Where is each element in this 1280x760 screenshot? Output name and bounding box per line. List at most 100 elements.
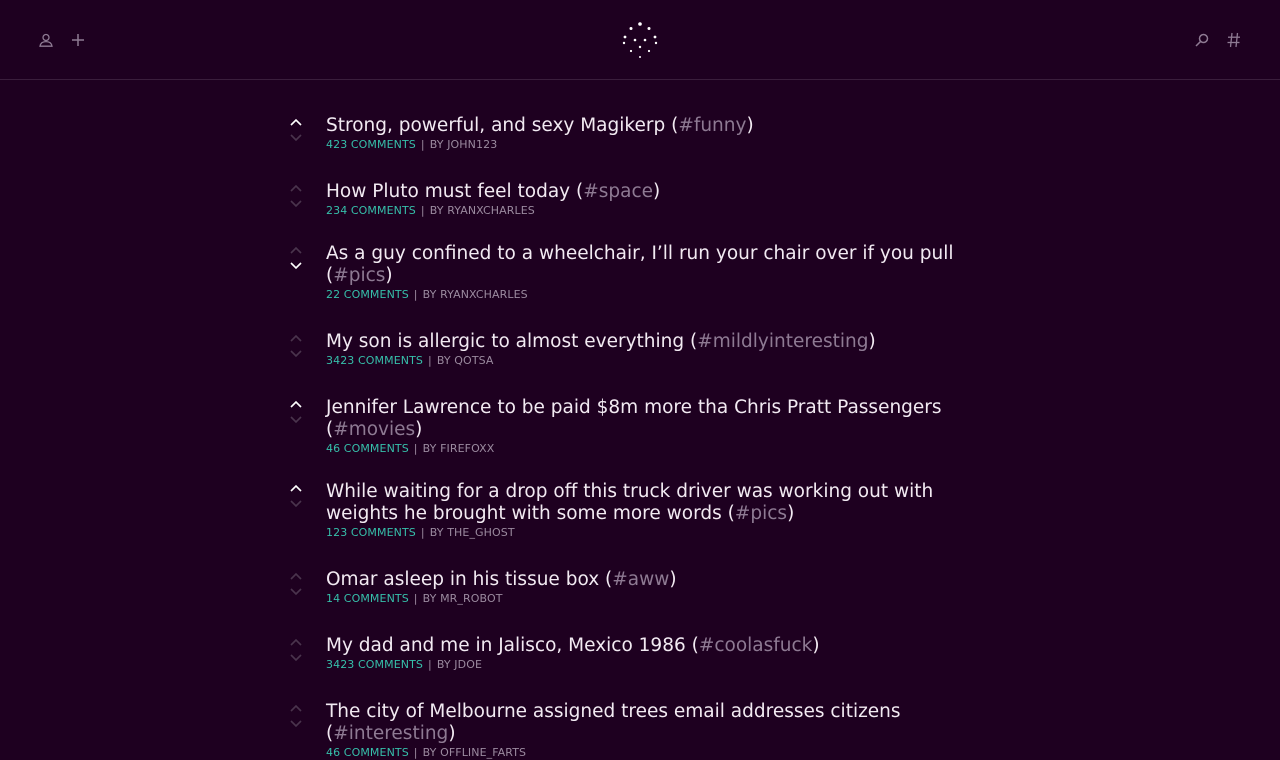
- post-item: How Pluto must feel today (#space) 234 c…: [288, 180, 988, 218]
- comments-link[interactable]: 14 comments: [326, 592, 409, 605]
- downvote-button[interactable]: [288, 498, 304, 510]
- post-meta: 423 comments | by john123: [326, 138, 988, 152]
- post-tag-link[interactable]: #funny: [678, 115, 746, 136]
- post-tag-link[interactable]: #pics: [333, 265, 385, 286]
- downvote-button[interactable]: [288, 586, 304, 598]
- upvote-button[interactable]: [288, 116, 304, 128]
- by-label: by: [436, 658, 451, 671]
- post-tag-link[interactable]: #coolasfuck: [699, 635, 813, 656]
- comments-link[interactable]: 3423 comments: [326, 658, 423, 671]
- comments-link[interactable]: 22 comments: [326, 288, 409, 301]
- post-tag-link[interactable]: #aww: [612, 569, 669, 590]
- comments-link[interactable]: 234 comments: [326, 204, 416, 217]
- post-title: While waiting for a drop off this truck …: [326, 480, 988, 525]
- upvote-button[interactable]: [288, 182, 304, 194]
- dots-logo-icon[interactable]: [620, 20, 660, 60]
- post-headline[interactable]: Omar asleep in his tissue box: [326, 569, 599, 590]
- post-meta: 14 comments | by mr_robot: [326, 592, 988, 606]
- author-link[interactable]: ryanxcharles: [447, 204, 535, 217]
- tag-close-paren: ): [653, 181, 661, 202]
- tag-open-paren: (: [691, 635, 699, 656]
- upvote-button[interactable]: [288, 332, 304, 344]
- downvote-button[interactable]: [288, 198, 304, 210]
- by-label: by: [429, 138, 444, 151]
- post-item: Omar asleep in his tissue box (#aww) 14 …: [288, 568, 988, 606]
- tag-open-paren: (: [727, 503, 735, 524]
- plus-icon[interactable]: [70, 30, 86, 50]
- post-meta: 234 comments | by ryanxcharles: [326, 204, 988, 218]
- comments-link[interactable]: 46 comments: [326, 746, 409, 759]
- post-item: Strong, powerful, and sexy Magikerp (#fu…: [288, 114, 988, 152]
- post-tag-link[interactable]: #movies: [333, 419, 415, 440]
- author-link[interactable]: jdoe: [454, 658, 482, 671]
- tag-close-paren: ): [669, 569, 677, 590]
- post-title: As a guy confined to a wheelchair, I’ll …: [326, 242, 988, 287]
- upvote-button[interactable]: [288, 570, 304, 582]
- upvote-button[interactable]: [288, 482, 304, 494]
- post-headline[interactable]: How Pluto must feel today: [326, 181, 570, 202]
- downvote-button[interactable]: [288, 260, 304, 272]
- post-meta: 46 comments | by firefoxx: [326, 442, 988, 456]
- comments-link[interactable]: 123 comments: [326, 526, 416, 539]
- header-right-actions: [1194, 30, 1242, 50]
- author-link[interactable]: mr_robot: [440, 592, 502, 605]
- upvote-button[interactable]: [288, 702, 304, 714]
- author-link[interactable]: firefoxx: [440, 442, 494, 455]
- post-title: My dad and me in Jalisco, Mexico 1986 (#…: [326, 634, 988, 657]
- post-title: Jennifer Lawrence to be paid $8m more th…: [326, 396, 988, 441]
- meta-separator: |: [420, 204, 425, 217]
- post-tag-link[interactable]: #interesting: [333, 723, 448, 744]
- downvote-button[interactable]: [288, 718, 304, 730]
- post-headline[interactable]: My dad and me in Jalisco, Mexico 1986: [326, 635, 686, 656]
- upvote-button[interactable]: [288, 244, 304, 256]
- post-headline[interactable]: While waiting for a drop off this truck …: [326, 481, 933, 524]
- downvote-button[interactable]: [288, 132, 304, 144]
- comments-link[interactable]: 3423 comments: [326, 354, 423, 367]
- meta-separator: |: [413, 442, 418, 455]
- post-tag-link[interactable]: #mildlyinteresting: [697, 331, 868, 352]
- vote-controls: [288, 570, 304, 598]
- post-tag-link[interactable]: #space: [583, 181, 653, 202]
- meta-separator: |: [420, 526, 425, 539]
- upvote-button[interactable]: [288, 398, 304, 410]
- tag-close-paren: ): [415, 419, 423, 440]
- tag-close-paren: ): [868, 331, 876, 352]
- downvote-button[interactable]: [288, 652, 304, 664]
- post-headline[interactable]: As a guy confined to a wheelchair, I’ll …: [326, 243, 954, 264]
- post-headline[interactable]: The city of Melbourne assigned trees ema…: [326, 701, 901, 722]
- post-meta: 3423 comments | by qotsa: [326, 354, 988, 368]
- post-meta: 46 comments | by offline_farts: [326, 746, 988, 760]
- comments-link[interactable]: 423 comments: [326, 138, 416, 151]
- header-left-actions: [38, 30, 86, 50]
- post-meta: 3423 comments | by jdoe: [326, 658, 988, 672]
- by-label: by: [429, 204, 444, 217]
- post-headline[interactable]: My son is allergic to almost everything: [326, 331, 684, 352]
- author-link[interactable]: ryanxcharles: [440, 288, 528, 301]
- comments-link[interactable]: 46 comments: [326, 442, 409, 455]
- user-icon[interactable]: [38, 30, 54, 50]
- downvote-button[interactable]: [288, 414, 304, 426]
- meta-separator: |: [420, 138, 425, 151]
- vote-controls: [288, 116, 304, 144]
- author-link[interactable]: qotsa: [454, 354, 493, 367]
- tag-close-paren: ): [385, 265, 393, 286]
- by-label: by: [429, 526, 444, 539]
- search-icon[interactable]: [1194, 30, 1210, 50]
- post-item: As a guy confined to a wheelchair, I’ll …: [288, 242, 988, 302]
- author-link[interactable]: offline_farts: [440, 746, 526, 759]
- post-meta: 123 comments | by the_ghost: [326, 526, 988, 540]
- upvote-button[interactable]: [288, 636, 304, 648]
- post-item: My dad and me in Jalisco, Mexico 1986 (#…: [288, 634, 988, 672]
- post-headline[interactable]: Strong, powerful, and sexy Magikerp: [326, 115, 665, 136]
- tag-close-paren: ): [448, 723, 456, 744]
- author-link[interactable]: john123: [447, 138, 497, 151]
- downvote-button[interactable]: [288, 348, 304, 360]
- post-tag-link[interactable]: #pics: [735, 503, 787, 524]
- meta-separator: |: [428, 658, 432, 671]
- post-headline[interactable]: Jennifer Lawrence to be paid $8m more th…: [326, 397, 942, 418]
- hashtag-icon[interactable]: [1226, 30, 1242, 50]
- author-link[interactable]: the_ghost: [447, 526, 515, 539]
- post-title: The city of Melbourne assigned trees ema…: [326, 700, 988, 745]
- top-bar: [0, 0, 1280, 80]
- vote-controls: [288, 332, 304, 360]
